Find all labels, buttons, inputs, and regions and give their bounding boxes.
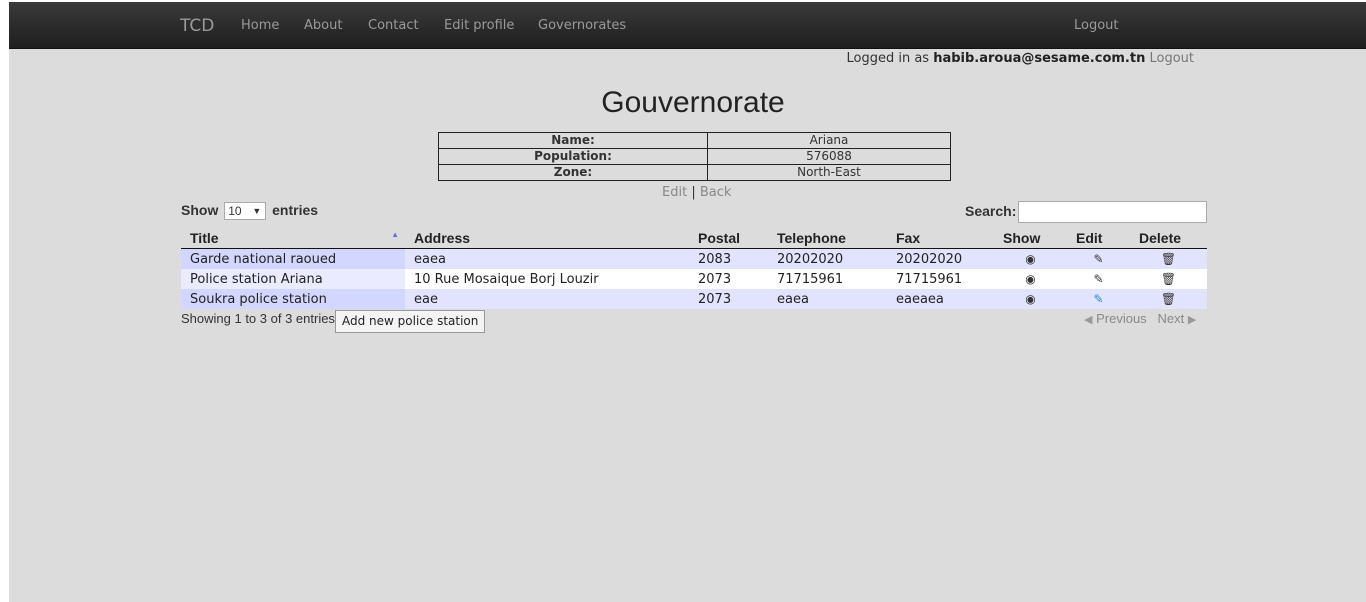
cell-address: eae [405, 289, 689, 309]
detail-label: Zone: [438, 164, 708, 181]
trash-icon[interactable]: 🗑 [1161, 292, 1176, 306]
cell-show: ◉ [994, 248, 1067, 269]
col-show[interactable]: Show [994, 228, 1067, 249]
cell-title: Garde national raoued [181, 248, 405, 269]
cell-edit: ✎ [1067, 269, 1130, 289]
cell-title: Police station Ariana [181, 269, 405, 289]
dropdown-arrow-icon: ▼ [252, 206, 262, 217]
previous-arrow-icon[interactable]: ◀ [1084, 314, 1092, 326]
detail-value: Ariana [707, 132, 951, 149]
nav-governorates[interactable]: Governorates [538, 18, 626, 33]
table-row: Soukra police station eae 2073 eaea eaea… [181, 289, 1207, 309]
col-delete[interactable]: Delete [1130, 228, 1207, 249]
cell-telephone: 20202020 [768, 248, 887, 269]
cell-show: ◉ [994, 269, 1067, 289]
back-link[interactable]: Back [700, 185, 732, 200]
table-header-row: Title ▲ Address Postal Telephone Fax Show… [181, 228, 1207, 249]
next-arrow-icon[interactable]: ▶ [1188, 314, 1196, 326]
cell-delete: 🗑 [1130, 248, 1207, 269]
cell-telephone: 71715961 [768, 269, 887, 289]
detail-row: Name: Ariana [438, 132, 951, 149]
login-user: habib.aroua@sesame.com.tn [933, 51, 1146, 66]
length-prefix: Show [181, 202, 219, 218]
col-fax[interactable]: Fax [887, 228, 994, 249]
cell-title: Soukra police station [181, 289, 405, 309]
col-title-label: Title [190, 230, 219, 246]
length-value: 10 [228, 204, 242, 219]
detail-actions: Edit | Back [662, 185, 731, 200]
col-edit[interactable]: Edit [1067, 228, 1130, 249]
detail-row: Zone: North-East [438, 164, 951, 181]
detail-value: North-East [707, 164, 951, 181]
length-suffix: entries [272, 202, 319, 218]
edit-link[interactable]: Edit [662, 185, 687, 200]
cell-show: ◉ [994, 289, 1067, 309]
cell-address: 10 Rue Mosaique Borj Louzir [405, 269, 689, 289]
col-telephone[interactable]: Telephone [768, 228, 887, 249]
details-table: Name: Ariana Population: 576088 Zone: No… [438, 132, 951, 181]
link-separator: | [691, 185, 696, 200]
brand-link[interactable]: TCD [180, 16, 214, 36]
detail-row: Population: 576088 [438, 148, 951, 165]
police-stations-table: Title ▲ Address Postal Telephone Fax Show… [181, 228, 1207, 309]
length-select[interactable]: 10 ▼ [224, 202, 267, 221]
cell-edit: ✎ [1067, 289, 1130, 309]
cell-fax: 71715961 [887, 269, 994, 289]
next-button[interactable]: Next [1158, 311, 1185, 326]
trash-icon[interactable]: 🗑 [1161, 272, 1176, 286]
cell-postal: 2073 [689, 269, 768, 289]
detail-value: 576088 [707, 148, 951, 165]
search-label: Search: [965, 203, 1017, 219]
col-address[interactable]: Address [405, 228, 689, 249]
add-police-station-button[interactable]: Add new police station [335, 310, 486, 333]
trash-icon[interactable]: 🗑 [1161, 252, 1176, 266]
cell-delete: 🗑 [1130, 269, 1207, 289]
login-status: Logged in as habib.aroua@sesame.com.tn L… [846, 51, 1194, 66]
top-navbar: TCD Home About Contact Edit profile Gove… [9, 2, 1366, 49]
pencil-icon[interactable]: ✎ [1093, 292, 1103, 306]
pagination: ◀ Previous Next ▶ [1084, 311, 1196, 326]
nav-home[interactable]: Home [241, 18, 279, 33]
pencil-icon[interactable]: ✎ [1093, 272, 1103, 286]
eye-icon[interactable]: ◉ [1025, 272, 1035, 286]
detail-label: Population: [438, 148, 708, 165]
table-info: Showing 1 to 3 of 3 entries [181, 311, 335, 326]
cell-address: eaea [405, 248, 689, 269]
login-prefix: Logged in as [846, 51, 930, 66]
page-title: Gouvernorate [601, 86, 785, 119]
col-postal[interactable]: Postal [689, 228, 768, 249]
cell-postal: 2083 [689, 248, 768, 269]
length-control: Show 10 ▼ entries [181, 202, 319, 221]
eye-icon[interactable]: ◉ [1025, 292, 1035, 306]
eye-icon[interactable]: ◉ [1025, 252, 1035, 266]
nav-edit-profile[interactable]: Edit profile [444, 18, 514, 33]
cell-fax: 20202020 [887, 248, 994, 269]
previous-button[interactable]: Previous [1096, 311, 1147, 326]
table-row: Police station Ariana 10 Rue Mosaique Bo… [181, 269, 1207, 289]
cell-fax: eaeaea [887, 289, 994, 309]
nav-about[interactable]: About [304, 18, 342, 33]
login-logout-link[interactable]: Logout [1149, 51, 1194, 66]
pencil-icon[interactable]: ✎ [1093, 252, 1103, 266]
table-row: Garde national raoued eaea 2083 20202020… [181, 248, 1207, 269]
cell-postal: 2073 [689, 289, 768, 309]
nav-logout[interactable]: Logout [1074, 18, 1119, 33]
nav-contact[interactable]: Contact [368, 18, 419, 33]
cell-telephone: eaea [768, 289, 887, 309]
cell-edit: ✎ [1067, 248, 1130, 269]
search-input[interactable] [1018, 201, 1207, 223]
col-title[interactable]: Title ▲ [181, 228, 405, 249]
sort-asc-icon: ▲ [391, 230, 399, 239]
detail-label: Name: [438, 132, 708, 149]
cell-delete: 🗑 [1130, 289, 1207, 309]
